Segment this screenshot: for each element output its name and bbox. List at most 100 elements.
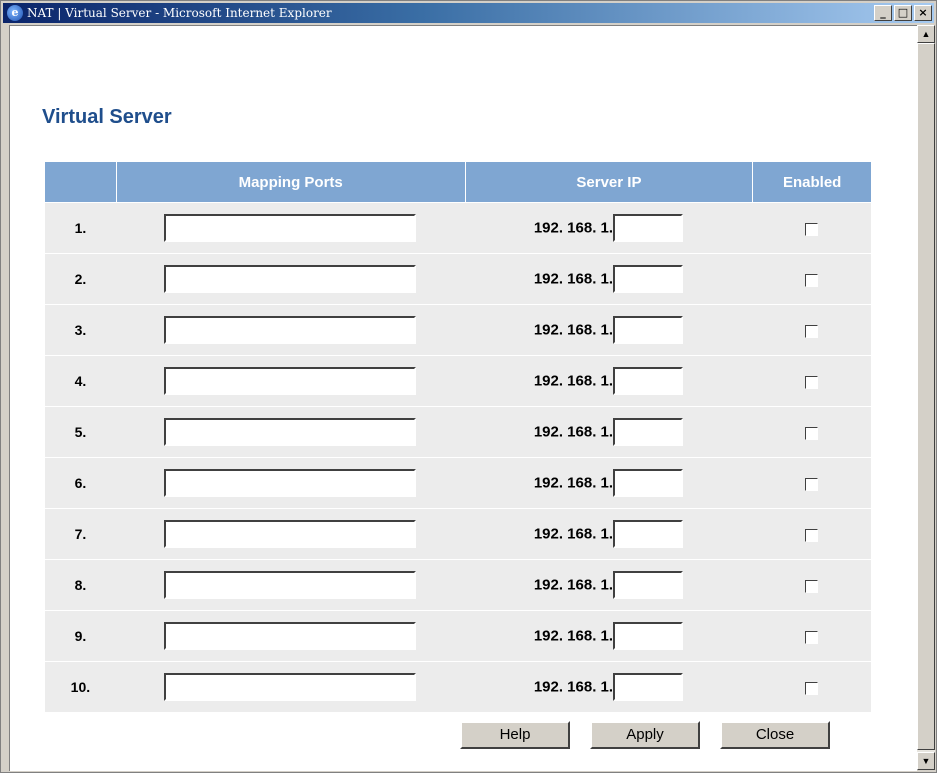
mapping-ports-input[interactable] [164, 622, 417, 650]
server-ip-cell: 192. 168. 1. [464, 559, 753, 610]
arrow-down-icon[interactable]: ▼ [917, 752, 935, 770]
maximize-icon[interactable]: □ [894, 5, 912, 21]
mapping-ports-cell [115, 457, 465, 508]
server-ip-input[interactable] [613, 265, 684, 293]
browser-window: e NAT | Virtual Server - Microsoft Inter… [0, 0, 937, 773]
enabled-cell [752, 457, 871, 508]
enabled-checkbox[interactable] [805, 477, 819, 491]
mapping-ports-cell [115, 304, 465, 355]
apply-button[interactable]: Apply [590, 721, 700, 749]
mapping-ports-input[interactable] [164, 367, 417, 395]
server-ip-cell: 192. 168. 1. [464, 253, 753, 304]
close-icon[interactable]: × [914, 5, 932, 21]
ip-prefix: 192. 168. 1. [533, 372, 614, 390]
server-ip-input[interactable] [613, 214, 684, 242]
row-number: 9. [45, 610, 116, 661]
server-ip-input[interactable] [613, 622, 684, 650]
virtual-server-table: Mapping Ports Server IP Enabled 1. 192. 1… [45, 162, 871, 712]
server-ip-cell: 192. 168. 1. [464, 202, 753, 253]
enabled-checkbox[interactable] [805, 222, 819, 236]
ip-prefix: 192. 168. 1. [533, 321, 614, 339]
close-button[interactable]: Close [720, 721, 830, 749]
page-title: Virtual Server [42, 106, 172, 128]
mapping-ports-input[interactable] [164, 520, 417, 548]
ip-prefix: 192. 168. 1. [533, 219, 614, 237]
row-number: 10. [45, 661, 116, 712]
table-row: 3. 192. 168. 1. [45, 304, 871, 355]
minimize-icon[interactable]: _ [874, 5, 892, 21]
enabled-cell [752, 202, 871, 253]
server-ip-input[interactable] [613, 571, 684, 599]
ip-prefix: 192. 168. 1. [533, 678, 614, 696]
vertical-scrollbar[interactable]: ▲ ▼ [917, 25, 935, 770]
server-ip-cell: 192. 168. 1. [464, 406, 753, 457]
enabled-checkbox[interactable] [805, 375, 819, 389]
enabled-cell [752, 661, 871, 712]
ip-prefix: 192. 168. 1. [533, 474, 614, 492]
table-row: 8. 192. 168. 1. [45, 559, 871, 610]
header-server-ip: Server IP [464, 162, 753, 202]
scrollbar-thumb[interactable] [917, 43, 935, 750]
mapping-ports-cell [115, 253, 465, 304]
enabled-checkbox[interactable] [805, 630, 819, 644]
mapping-ports-cell [115, 508, 465, 559]
server-ip-input[interactable] [613, 316, 684, 344]
row-number: 7. [45, 508, 116, 559]
mapping-ports-input[interactable] [164, 673, 417, 701]
enabled-cell [752, 355, 871, 406]
table-row: 10. 192. 168. 1. [45, 661, 871, 712]
server-ip-cell: 192. 168. 1. [464, 355, 753, 406]
ip-prefix: 192. 168. 1. [533, 270, 614, 288]
table-row: 6. 192. 168. 1. [45, 457, 871, 508]
enabled-checkbox[interactable] [805, 579, 819, 593]
header-number [45, 162, 116, 202]
help-button[interactable]: Help [460, 721, 570, 749]
server-ip-cell: 192. 168. 1. [464, 610, 753, 661]
mapping-ports-input[interactable] [164, 469, 417, 497]
enabled-cell [752, 610, 871, 661]
table-row: 1. 192. 168. 1. [45, 202, 871, 253]
server-ip-input[interactable] [613, 469, 684, 497]
enabled-cell [752, 508, 871, 559]
header-mapping-ports: Mapping Ports [115, 162, 465, 202]
enabled-checkbox[interactable] [805, 681, 819, 695]
enabled-checkbox[interactable] [805, 324, 819, 338]
row-number: 4. [45, 355, 116, 406]
server-ip-input[interactable] [613, 418, 684, 446]
server-ip-input[interactable] [613, 673, 684, 701]
enabled-cell [752, 304, 871, 355]
mapping-ports-input[interactable] [164, 316, 417, 344]
table-row: 5. 192. 168. 1. [45, 406, 871, 457]
row-number: 3. [45, 304, 116, 355]
server-ip-cell: 192. 168. 1. [464, 661, 753, 712]
arrow-up-icon[interactable]: ▲ [917, 25, 935, 43]
mapping-ports-input[interactable] [164, 214, 417, 242]
enabled-cell [752, 406, 871, 457]
table-row: 4. 192. 168. 1. [45, 355, 871, 406]
mapping-ports-input[interactable] [164, 265, 417, 293]
enabled-checkbox[interactable] [805, 528, 819, 542]
row-number: 1. [45, 202, 116, 253]
title-bar: e NAT | Virtual Server - Microsoft Inter… [3, 3, 934, 23]
mapping-ports-input[interactable] [164, 571, 417, 599]
enabled-checkbox[interactable] [805, 273, 819, 287]
ip-prefix: 192. 168. 1. [533, 525, 614, 543]
mapping-ports-cell [115, 355, 465, 406]
mapping-ports-cell [115, 406, 465, 457]
table-row: 9. 192. 168. 1. [45, 610, 871, 661]
server-ip-input[interactable] [613, 520, 684, 548]
server-ip-cell: 192. 168. 1. [464, 304, 753, 355]
window-title: NAT | Virtual Server - Microsoft Interne… [27, 6, 332, 20]
server-ip-cell: 192. 168. 1. [464, 457, 753, 508]
row-number: 2. [45, 253, 116, 304]
enabled-checkbox[interactable] [805, 426, 819, 440]
page-content: Virtual Server Mapping Ports Server IP E… [9, 25, 917, 771]
enabled-cell [752, 253, 871, 304]
mapping-ports-input[interactable] [164, 418, 417, 446]
mapping-ports-cell [115, 661, 465, 712]
row-number: 8. [45, 559, 116, 610]
server-ip-input[interactable] [613, 367, 684, 395]
row-number: 5. [45, 406, 116, 457]
window-controls: _ □ × [872, 5, 932, 21]
table-body: 1. 192. 168. 1. 2. 192. 168. 1. 3. 192. 168. … [45, 202, 871, 712]
